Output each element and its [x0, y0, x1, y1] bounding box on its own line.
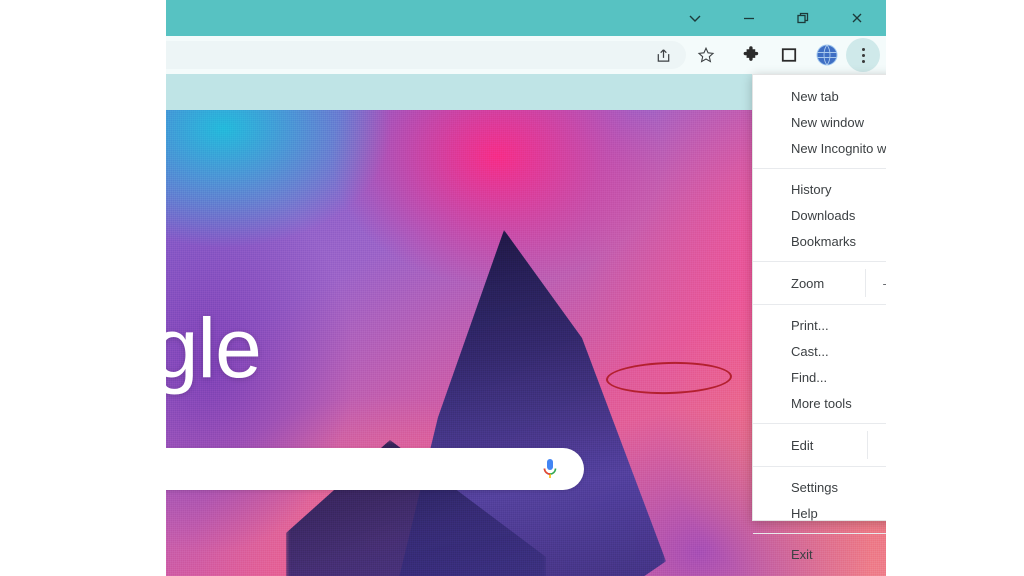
menu-item-history[interactable]: History — [753, 176, 886, 202]
menu-item-label: New Incognito window — [791, 140, 886, 156]
browser-window: ogle New tab Ctrl+T New window Ctrl+N — [166, 0, 886, 576]
menu-separator — [753, 304, 886, 305]
tab-search-button[interactable] — [672, 0, 718, 36]
maximize-restore-button[interactable] — [780, 0, 826, 36]
menu-item-label: Bookmarks — [791, 233, 857, 249]
minimize-icon — [744, 17, 754, 20]
extensions-puzzle-icon[interactable] — [736, 40, 766, 70]
profile-avatar-icon[interactable] — [812, 40, 842, 70]
restore-window-icon — [797, 12, 809, 24]
side-panel-icon[interactable] — [774, 40, 804, 70]
menu-item-label: Find... — [791, 369, 828, 385]
menu-item-downloads[interactable]: Downloads Ctrl+J — [753, 202, 886, 228]
menu-item-label: History — [791, 181, 832, 197]
chrome-main-menu[interactable]: New tab Ctrl+T New window Ctrl+N New Inc… — [752, 74, 886, 562]
menu-item-new-incognito-window[interactable]: New Incognito window Ctrl+Shift+N — [753, 135, 886, 161]
menu-item-print[interactable]: Print... Ctrl+P — [753, 312, 886, 338]
menu-item-more-tools[interactable]: More tools — [753, 390, 886, 416]
close-icon — [852, 13, 862, 23]
close-window-button[interactable] — [834, 0, 880, 36]
menu-separator — [753, 466, 886, 467]
menu-item-bookmarks[interactable]: Bookmarks — [753, 228, 886, 254]
menu-item-label: Cast... — [791, 343, 829, 359]
menu-item-find[interactable]: Find... Ctrl+F — [753, 364, 886, 390]
menu-item-label: Exit — [791, 546, 813, 562]
bookmark-star-icon[interactable] — [691, 40, 721, 70]
menu-item-new-window[interactable]: New window Ctrl+N — [753, 109, 886, 135]
menu-item-settings[interactable]: Settings — [753, 474, 886, 500]
three-dot-menu-icon[interactable] — [846, 38, 880, 72]
menu-item-label: New window — [791, 114, 864, 130]
menu-zoom-row: Zoom – 100% + — [753, 269, 886, 297]
menu-item-label: Downloads — [791, 207, 856, 223]
menu-separator — [753, 168, 886, 169]
menu-separator — [753, 261, 886, 262]
search-input[interactable] — [166, 448, 584, 490]
cut-button[interactable]: Cut — [868, 431, 886, 459]
three-dot-glyph — [861, 47, 865, 63]
google-logo: ogle — [166, 301, 262, 395]
menu-item-label: Help — [791, 505, 818, 521]
menu-item-label: New tab — [791, 88, 839, 104]
zoom-out-button[interactable]: – — [880, 275, 886, 291]
menu-separator — [753, 423, 886, 424]
menu-item-label: More tools — [791, 395, 852, 411]
edit-label: Edit — [753, 431, 868, 459]
zoom-label: Zoom — [791, 275, 825, 291]
zoom-controls: – 100% + — [865, 269, 886, 297]
minimize-button[interactable] — [726, 0, 772, 36]
screenshot-stage: ogle New tab Ctrl+T New window Ctrl+N — [0, 0, 1024, 576]
browser-titlebar — [166, 0, 886, 36]
menu-item-help[interactable]: Help — [753, 500, 886, 526]
menu-item-cast[interactable]: Cast... — [753, 338, 886, 364]
menu-item-label: Print... — [791, 317, 829, 333]
menu-item-new-tab[interactable]: New tab Ctrl+T — [753, 83, 886, 109]
menu-edit-row: Edit Cut Copy Paste — [753, 431, 886, 459]
chevron-down-icon — [689, 15, 701, 22]
menu-item-exit[interactable]: Exit — [753, 541, 886, 567]
microphone-icon[interactable] — [542, 458, 558, 480]
menu-separator — [753, 533, 886, 534]
address-bar[interactable] — [166, 41, 686, 69]
menu-item-label: Settings — [791, 479, 838, 495]
share-icon[interactable] — [648, 40, 678, 70]
